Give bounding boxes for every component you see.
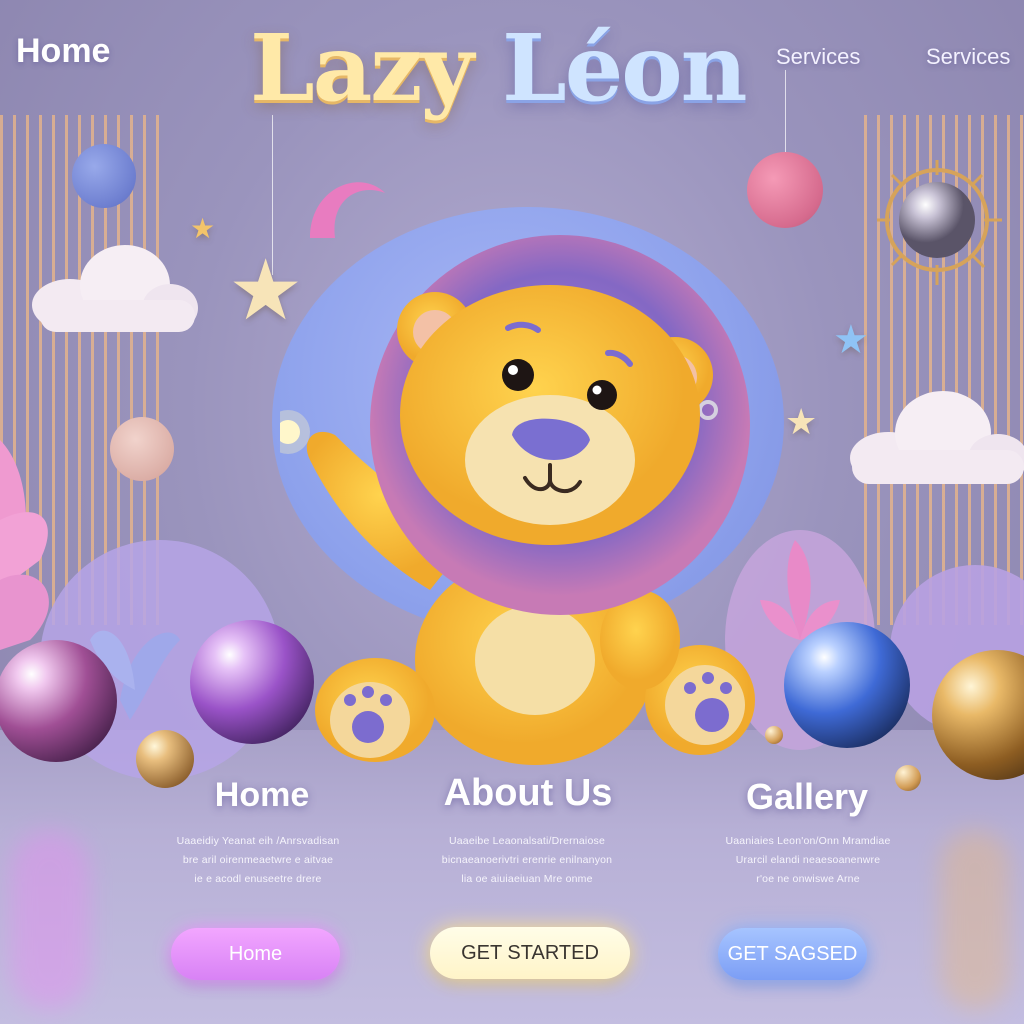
chrome-blue-orb xyxy=(784,622,910,748)
section-blurb-home: Uaaeidiy Yeanat eih /Anrsvadisan bre ari… xyxy=(140,832,376,889)
ornate-sun-frame-icon xyxy=(877,160,1002,285)
blurb-line: Urarcil elandi neaesoanenwre xyxy=(735,854,881,866)
brand-word-lazy: Lazy xyxy=(250,14,474,122)
blurb-line: lia oe aiuiaeiuan Mre onme xyxy=(461,873,593,885)
blurb-line: Uaaeidiy Yeanat eih /Anrsvadisan xyxy=(176,835,340,847)
lion-belly xyxy=(475,605,595,715)
nav-services-link[interactable]: Services xyxy=(776,44,860,70)
section-title-gallery: Gallery xyxy=(745,776,869,817)
home-button[interactable]: Home xyxy=(171,928,340,980)
section-blurb-gallery: Uaaniaies Leon'on/Onn Mramdiae Urarcil e… xyxy=(690,832,926,889)
nav-services-link-2[interactable]: Services xyxy=(926,44,1010,70)
lion-plush-mascot-icon xyxy=(280,235,755,765)
lion-eye xyxy=(587,380,617,410)
get-started-button-2[interactable]: GET SAGSED xyxy=(718,928,867,980)
section-title-about: About Us xyxy=(443,772,613,814)
chrome-pink-orb xyxy=(0,640,117,762)
get-started-button[interactable]: GET STARTED xyxy=(430,927,630,979)
blurb-line: Uaaeibe Leaonalsati/Drernaiose xyxy=(448,835,605,847)
blurb-line: r'oe ne onwiswe Arne xyxy=(756,873,860,885)
brand-logo: Lazy Léon xyxy=(250,22,748,114)
lion-muzzle xyxy=(465,395,635,525)
blurb-line: ie e acodl enuseetre drere xyxy=(194,873,322,885)
nav-home-link[interactable]: Home xyxy=(16,32,110,71)
lion-eye xyxy=(502,359,534,391)
blurb-line: Uaaniaies Leon'on/Onn Mramdiae xyxy=(725,835,891,847)
blurb-line: bre aril oirenmeaetwre e aitvae xyxy=(182,854,334,866)
section-title-home: Home xyxy=(214,776,310,814)
ornament-string xyxy=(785,70,786,160)
star-icon: ★ xyxy=(785,402,818,443)
peach-disc xyxy=(110,417,174,481)
star-icon: ★ xyxy=(833,317,869,363)
left-leaf xyxy=(0,574,49,650)
cloud-icon xyxy=(850,391,1024,484)
star-icon: ★ xyxy=(190,212,216,245)
brand-word-leon: Léon xyxy=(502,14,747,122)
cloud-icon xyxy=(32,245,198,332)
section-blurb-about: Uaaeibe Leaonalsati/Drernaiose bicnaeano… xyxy=(412,832,642,889)
blue-felt-ball xyxy=(72,144,136,208)
blurb-line: bicnaeanoerivtri erenrie enilnanyon xyxy=(441,854,613,866)
pink-felt-ball xyxy=(747,152,823,228)
